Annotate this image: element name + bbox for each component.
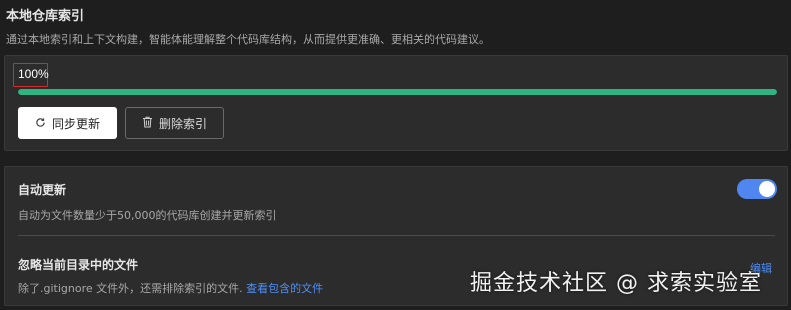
toggle-knob bbox=[759, 181, 775, 197]
ignore-files-title: 忽略当前目录中的文件 bbox=[18, 258, 139, 272]
ignore-files-description: 除了.gitignore 文件外，还需排除索引的文件. 查看包含的文件 bbox=[18, 280, 323, 296]
trash-icon bbox=[142, 116, 153, 130]
watermark: 掘金技术社区 @ 求索实验室 bbox=[470, 271, 762, 296]
delete-button-label: 删除索引 bbox=[158, 116, 207, 131]
delete-index-button[interactable]: 删除索引 bbox=[125, 107, 224, 139]
progress-percent: 100% bbox=[18, 67, 49, 81]
divider bbox=[18, 235, 775, 236]
progress-fill bbox=[18, 89, 777, 95]
sync-icon bbox=[35, 117, 46, 130]
ignore-files-text: 除了.gitignore 文件外，还需排除索引的文件. bbox=[18, 282, 243, 295]
index-card: 100% 同步更新 删除索引 bbox=[4, 55, 788, 151]
view-included-files-link[interactable]: 查看包含的文件 bbox=[246, 282, 323, 295]
section-title: 本地仓库索引 bbox=[6, 9, 85, 24]
sync-button-label: 同步更新 bbox=[51, 116, 100, 131]
auto-update-title: 自动更新 bbox=[18, 183, 67, 197]
auto-update-description: 自动为文件数量少于50,000的代码库创建并更新索引 bbox=[18, 209, 277, 222]
progress-bar bbox=[18, 89, 777, 95]
auto-update-toggle[interactable] bbox=[737, 179, 777, 199]
sync-button[interactable]: 同步更新 bbox=[18, 107, 117, 139]
section-description: 通过本地索引和上下文构建，智能体能理解整个代码库结构，从而提供更准确、更相关的代… bbox=[6, 33, 490, 46]
